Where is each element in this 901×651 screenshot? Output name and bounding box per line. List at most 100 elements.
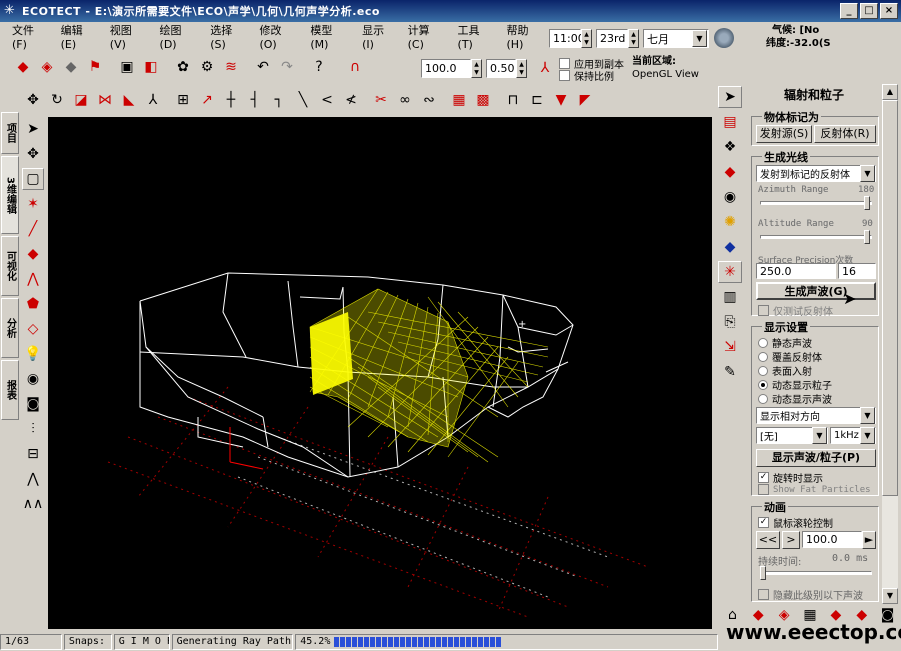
polyline-icon[interactable]: ⋀ — [22, 268, 44, 290]
pan-icon[interactable]: ✥ — [22, 143, 44, 165]
azimuth-slider-thumb[interactable] — [864, 196, 870, 210]
panel-visibility-icon[interactable]: ◉ — [718, 186, 742, 208]
save-file-icon[interactable]: ◆ — [60, 56, 82, 78]
window-icon[interactable]: ⊟ — [22, 443, 44, 465]
cut-icon[interactable]: ✂ — [370, 89, 392, 111]
library-icon[interactable]: ◧ — [140, 56, 162, 78]
day-spinner[interactable]: ▲ ▼ — [628, 29, 639, 48]
hide-below-option[interactable]: 隐藏此级别以下声波 — [758, 587, 863, 602]
month-dropdown-arrow[interactable]: ▼ — [692, 30, 707, 47]
menu-display[interactable]: 显示(I) — [362, 22, 396, 51]
point-icon[interactable]: ✶ — [22, 193, 44, 215]
gears-icon[interactable]: ⚙ — [196, 56, 218, 78]
keep-ratio-option[interactable]: 保持比例 — [559, 68, 614, 83]
hide-below-checkbox[interactable] — [758, 589, 769, 600]
flag-icon[interactable]: ▼ — [550, 89, 572, 111]
scale-spinner[interactable]: ▲ ▼ — [471, 59, 482, 78]
panel-rays-icon[interactable]: ✳ — [718, 261, 742, 283]
test-only-checkbox[interactable] — [758, 305, 769, 316]
display-option-particles[interactable]: 动态显示粒子 — [758, 377, 832, 392]
zone-icon[interactable]: ⊓ — [502, 89, 524, 111]
menu-edit[interactable]: 编辑(E) — [61, 22, 98, 51]
show-waves-particles-button[interactable]: 显示声波/粒子(P) — [756, 449, 876, 467]
panel-materials-icon[interactable]: ▤ — [718, 111, 742, 133]
paw-icon[interactable]: ✿ — [172, 56, 194, 78]
undo-icon[interactable]: ↶ — [252, 56, 274, 78]
menu-view[interactable]: 视图(V) — [110, 22, 148, 51]
animation-play-button[interactable]: ► — [862, 531, 876, 549]
menu-select[interactable]: 选择(S) — [210, 22, 247, 51]
tab-analysis[interactable]: 分析 — [1, 298, 19, 358]
plane-icon[interactable]: ◆ — [22, 243, 44, 265]
new-file-icon[interactable]: ◆ — [12, 56, 34, 78]
duration-slider[interactable] — [760, 571, 872, 575]
day-field[interactable]: 23rd — [596, 29, 628, 48]
tab-3d-edit[interactable]: 3维编辑 — [1, 156, 19, 234]
fat-particles-option[interactable]: Show Fat Particles — [758, 484, 871, 495]
tab-visualize[interactable]: 可视化 — [1, 236, 19, 296]
menu-model[interactable]: 模型(M) — [310, 22, 350, 51]
maximize-button[interactable]: □ — [860, 3, 878, 19]
azimuth-slider[interactable] — [760, 201, 872, 205]
panel-export-icon[interactable]: ⎘ — [718, 311, 742, 333]
precision-field[interactable]: 250.0 — [756, 263, 836, 279]
display-option-overlay[interactable]: 覆盖反射体 — [758, 349, 822, 364]
snap-parallel-icon[interactable]: ≮ — [340, 89, 362, 111]
zone-edit-icon[interactable]: ⊏ — [526, 89, 548, 111]
pointer-icon[interactable]: ➤ — [22, 118, 44, 140]
rotate-icon[interactable]: ↻ — [46, 89, 68, 111]
display-option-overlay-radio[interactable] — [758, 351, 768, 362]
snap-edge-icon[interactable]: ╲ — [292, 89, 314, 111]
close-button[interactable]: × — [880, 3, 898, 19]
display-option-waves[interactable]: 动态显示声波 — [758, 391, 832, 406]
scale-field[interactable]: 100.0 — [421, 59, 471, 78]
surface-icon[interactable]: ◇ — [22, 318, 44, 340]
tab-project[interactable]: 项目 — [1, 112, 19, 154]
altitude-slider[interactable] — [760, 235, 872, 239]
unlink-icon[interactable]: ∾ — [418, 89, 440, 111]
scroll-thumb[interactable] — [882, 100, 898, 496]
panel-grid-icon[interactable]: ▥ — [718, 286, 742, 308]
panel-zones-icon[interactable]: ❖ — [718, 136, 742, 158]
direction-dropdown-arrow[interactable]: ▼ — [860, 407, 875, 424]
panel-tag-icon[interactable]: ✎ — [718, 361, 742, 383]
menu-calculate[interactable]: 计算(C) — [408, 22, 446, 51]
magnet-icon[interactable]: ∩ — [344, 56, 366, 78]
rotate-show-option[interactable]: ✓ 旋转时显示 — [758, 470, 823, 485]
panel-script-icon[interactable]: ⇲ — [718, 336, 742, 358]
menu-draw[interactable]: 绘图(D) — [160, 22, 199, 51]
redo-icon[interactable]: ↷ — [276, 56, 298, 78]
tab-report[interactable]: 报表 — [1, 360, 19, 420]
menu-modify[interactable]: 修改(O) — [259, 22, 298, 51]
mark-reflector-button[interactable]: 反射体(R) — [814, 125, 876, 143]
display-option-static-radio[interactable] — [758, 337, 768, 348]
globe-icon[interactable] — [714, 28, 734, 48]
frequency-dropdown-arrow[interactable]: ▼ — [860, 427, 875, 444]
snap-angle-icon[interactable]: < — [316, 89, 338, 111]
opengl-viewport[interactable]: + — [48, 117, 712, 629]
duration-slider-thumb[interactable] — [760, 566, 766, 580]
panel-scrollbar[interactable]: ▲ ▼ — [882, 84, 898, 604]
scroll-down-arrow[interactable]: ▼ — [882, 588, 898, 604]
panel-sun-icon[interactable]: ✺ — [718, 211, 742, 233]
rotate-show-checkbox[interactable]: ✓ — [758, 472, 769, 483]
direction-select[interactable]: 显示相对方向 — [756, 407, 876, 424]
ridge-icon[interactable]: ⋀ — [22, 468, 44, 490]
axis-tool-icon[interactable]: ⅄ — [142, 89, 164, 111]
line-icon[interactable]: ╱ — [22, 218, 44, 240]
animation-next-button[interactable]: > — [782, 531, 800, 549]
time-spinner[interactable]: ▲ ▼ — [581, 29, 592, 48]
time-field[interactable]: 11:00 — [549, 29, 585, 48]
display-option-waves-radio[interactable] — [758, 393, 768, 404]
title-bar[interactable]: ✳ ECOTECT - E:\演示所需要文件\ECO\声学\几何\几何声学分析.… — [0, 0, 901, 22]
fat-particles-checkbox[interactable] — [758, 484, 769, 495]
generate-rays-button[interactable]: 生成声波(G) — [756, 282, 876, 300]
minimize-button[interactable]: _ — [840, 3, 858, 19]
menu-file[interactable]: 文件(F) — [12, 22, 49, 51]
none-dropdown-arrow[interactable]: ▼ — [812, 427, 827, 444]
snap-grid-icon[interactable]: ⊞ — [172, 89, 194, 111]
open-file-icon[interactable]: ◈ — [36, 56, 58, 78]
snap-midpoint-icon[interactable]: ┤ — [244, 89, 266, 111]
animation-step-field[interactable]: 100.0 — [802, 531, 862, 548]
panel-shading-icon[interactable]: ◆ — [718, 236, 742, 258]
